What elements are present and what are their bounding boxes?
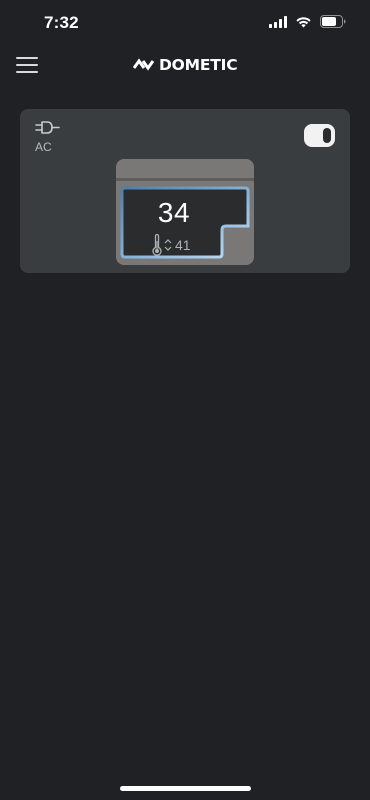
- thermometer-icon: [152, 233, 162, 256]
- current-temperature: 34: [157, 197, 191, 228]
- status-bar: 7:32: [0, 0, 370, 48]
- brand-logo: DOMETIC: [133, 56, 238, 74]
- wifi-icon: [296, 16, 311, 27]
- fridge-lid: [116, 178, 254, 181]
- app-screen: 7:32 DOMETIC AC 34 41: [0, 0, 370, 800]
- app-header: DOMETIC: [0, 48, 370, 84]
- setpoint-control[interactable]: 41: [152, 233, 191, 257]
- fridge-device-card[interactable]: AC 34 41: [20, 109, 350, 273]
- hamburger-menu-icon[interactable]: [14, 54, 42, 76]
- logo-text: DOMETIC: [159, 56, 238, 74]
- toggle-knob: [323, 128, 331, 143]
- battery-icon: [320, 15, 346, 28]
- cellular-signal-icon: [269, 15, 287, 28]
- power-toggle[interactable]: [304, 124, 335, 147]
- power-plug-icon: [34, 119, 60, 142]
- home-indicator[interactable]: [120, 786, 251, 791]
- dometic-logo-icon: [133, 58, 155, 71]
- up-down-arrows-icon: [164, 239, 172, 251]
- status-time: 7:32: [44, 13, 79, 32]
- status-icons: [269, 15, 346, 28]
- setpoint-temperature: 41: [175, 237, 191, 253]
- fridge-illustration[interactable]: 34 41: [116, 159, 254, 265]
- power-source-label: AC: [35, 140, 52, 154]
